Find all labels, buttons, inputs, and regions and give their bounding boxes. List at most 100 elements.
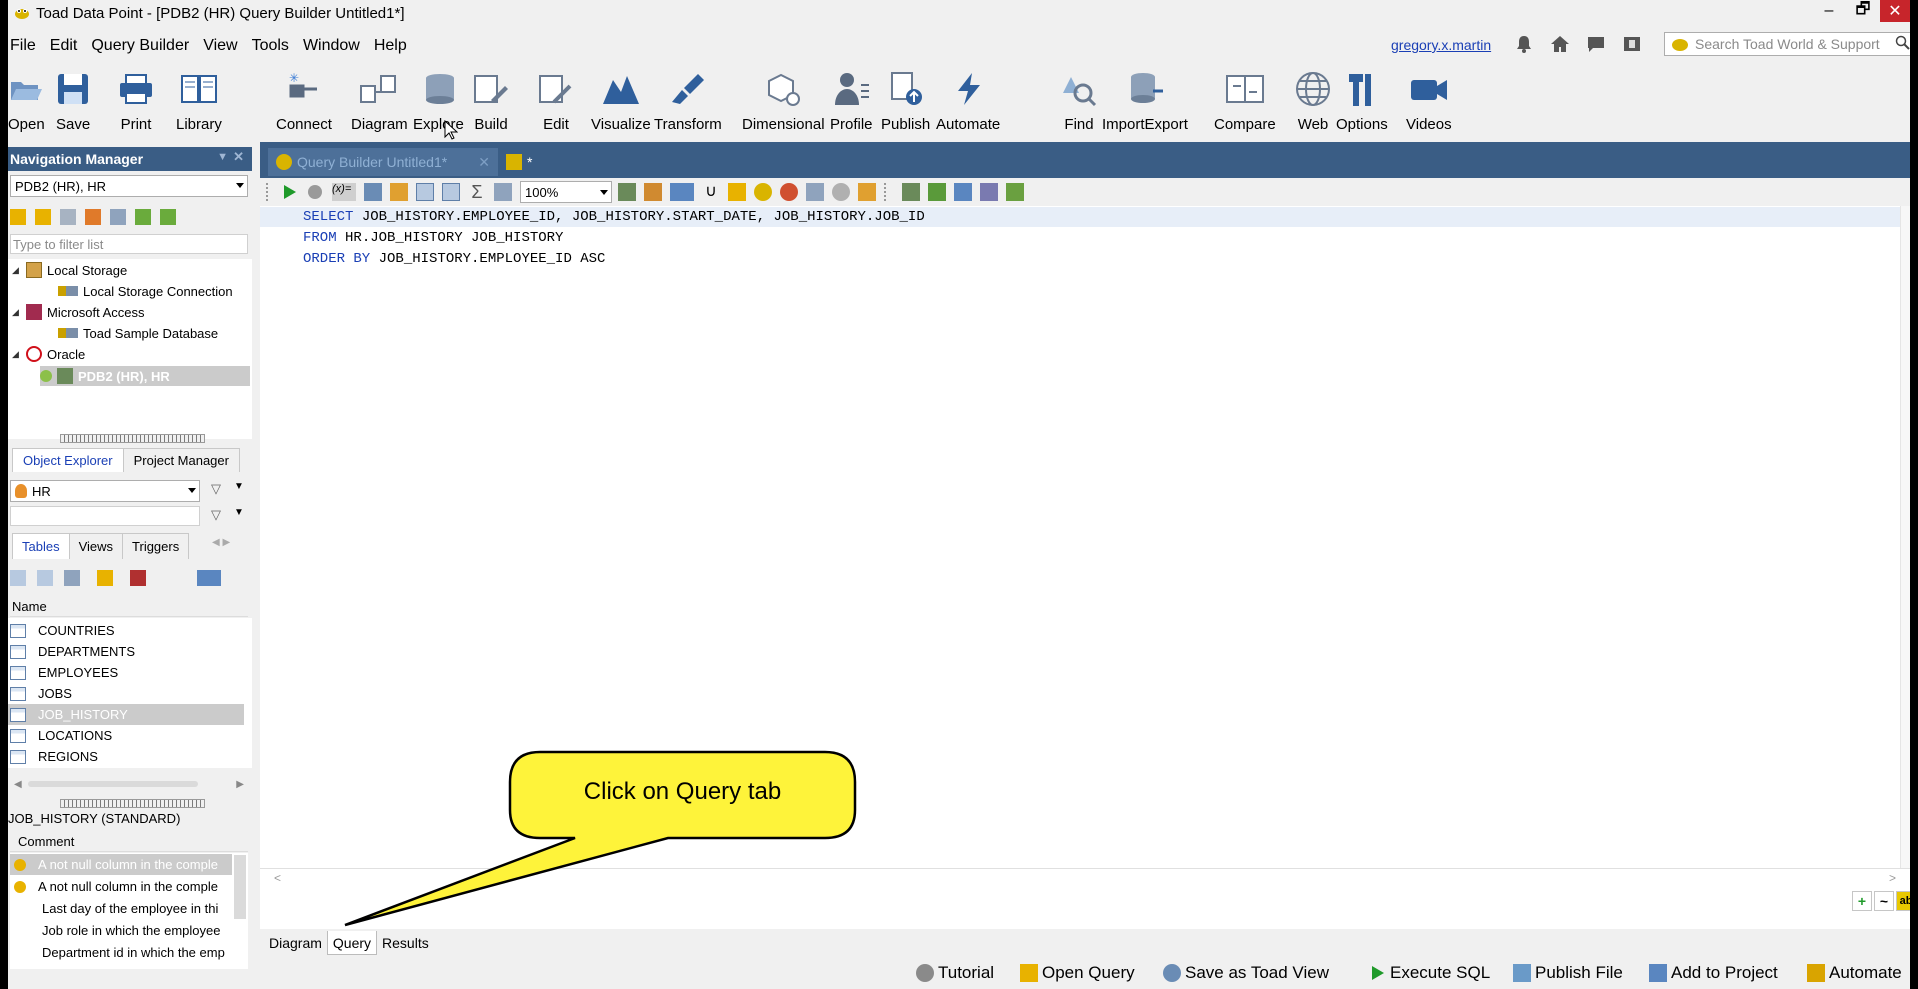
sql-line-2[interactable]: FROM HR.JOB_HISTORY JOB_HISTORY <box>303 228 563 248</box>
scroll-left-icon[interactable]: < <box>274 871 281 885</box>
favorite-star-icon[interactable] <box>97 570 113 586</box>
comment-hscroll[interactable] <box>16 969 244 983</box>
publish-button[interactable]: Publish <box>881 64 930 133</box>
compare-button[interactable]: Compare <box>1214 64 1276 133</box>
layout-icon[interactable] <box>618 183 636 201</box>
collapse-arrow-icon[interactable]: ◢ <box>12 265 26 276</box>
find-button[interactable]: Find <box>1059 64 1099 133</box>
tab-tables[interactable]: Tables <box>12 533 70 559</box>
group-connection-icon[interactable] <box>160 209 176 225</box>
scroll-right-icon[interactable]: ▶ <box>236 779 244 790</box>
collapse-arrow-icon[interactable]: ◢ <box>12 349 26 360</box>
comment-row[interactable]: Last day of the employee in thi <box>10 898 232 919</box>
home-icon[interactable] <box>1549 33 1571 55</box>
add-connection-icon[interactable] <box>35 209 51 225</box>
chart-icon[interactable] <box>644 183 662 201</box>
open-query-button[interactable]: Open Query <box>1020 963 1135 983</box>
tab-project-manager[interactable]: Project Manager <box>122 448 240 472</box>
sum-icon[interactable]: Σ <box>468 183 486 201</box>
table-query-icon[interactable] <box>64 570 80 586</box>
menu-edit[interactable]: Edit <box>43 37 85 55</box>
table-row[interactable]: REGIONS <box>8 746 244 767</box>
export-icon[interactable] <box>902 183 920 201</box>
tree-node-toad-sample-database[interactable]: Toad Sample Database <box>58 323 218 343</box>
sql-editor[interactable]: SELECT JOB_HISTORY.EMPLOYEE_ID, JOB_HIST… <box>260 206 1910 868</box>
tree-node-microsoft-access[interactable]: ◢ Microsoft Access <box>12 302 145 322</box>
tab-results[interactable]: Results <box>377 931 434 955</box>
tab-close-icon[interactable]: ✕ <box>478 154 490 171</box>
scroll-left-icon[interactable]: ◀ <box>14 779 22 790</box>
schema-select[interactable]: HR <box>10 480 200 502</box>
tree-node-local-storage-connection[interactable]: Local Storage Connection <box>58 281 233 301</box>
properties-icon[interactable] <box>110 209 126 225</box>
close-button[interactable]: ✕ <box>1880 0 1910 22</box>
tab-query-builder[interactable]: Query Builder Untitled1* ✕ <box>268 148 498 176</box>
print-button[interactable]: Print <box>118 64 154 133</box>
connect-button[interactable]: ✳ Connect <box>276 64 332 133</box>
tab-object-explorer[interactable]: Object Explorer <box>12 448 124 472</box>
export-html-icon[interactable] <box>980 183 998 201</box>
highlight-button[interactable]: ab <box>1896 891 1910 911</box>
save-as-toad-view-button[interactable]: Save as Toad View <box>1163 963 1329 983</box>
filter-input[interactable]: Type to filter list <box>10 234 248 254</box>
table-edit-icon[interactable] <box>37 570 53 586</box>
add-button[interactable]: + <box>1852 891 1872 911</box>
comment-row[interactable]: A not null column in the comple <box>10 876 232 897</box>
user-icon[interactable] <box>780 183 798 201</box>
chat-icon[interactable] <box>1585 33 1607 55</box>
edit-button[interactable]: Edit <box>536 64 576 133</box>
new-connection-icon[interactable] <box>10 209 26 225</box>
object-filter-icon[interactable]: ▽ <box>206 507 226 527</box>
pin-icon[interactable]: ▼ <box>217 151 228 163</box>
variables-icon[interactable]: (x)= <box>332 183 356 201</box>
videos-button[interactable]: Videos <box>1406 64 1452 133</box>
tree-node-local-storage[interactable]: ◢ Local Storage <box>12 260 127 280</box>
union-icon[interactable]: ∪ <box>702 183 720 201</box>
table-list-hscroll[interactable]: ◀ ▶ <box>10 776 248 792</box>
menu-tools[interactable]: Tools <box>245 37 296 55</box>
automate-button[interactable]: Automate <box>936 64 1000 133</box>
tab-scroll-arrows[interactable]: ◀ ▶ <box>212 537 230 548</box>
menu-query-builder[interactable]: Query Builder <box>84 37 196 55</box>
menu-window[interactable]: Window <box>296 37 367 55</box>
transform-button[interactable]: Transform <box>654 64 722 133</box>
schema-filter-icon[interactable]: ▽ <box>206 481 226 501</box>
panel-close-icon[interactable]: ✕ <box>233 149 244 165</box>
comment-row[interactable]: Department id in which the emp <box>10 942 232 963</box>
table-row-selected[interactable]: JOB_HISTORY <box>8 704 244 725</box>
table-row[interactable]: DEPARTMENTS <box>8 641 244 662</box>
table-view-icon[interactable] <box>442 183 460 201</box>
menu-help[interactable]: Help <box>367 37 414 55</box>
add-to-project-button[interactable]: Add to Project <box>1649 963 1778 983</box>
select-mode-icon[interactable] <box>670 183 694 201</box>
automate-action-button[interactable]: Automate <box>1807 963 1902 983</box>
import-export-button[interactable]: ImportExport <box>1102 64 1188 133</box>
search-icon[interactable] <box>1895 35 1911 51</box>
clear-icon[interactable] <box>832 183 850 201</box>
remove-connection-icon[interactable] <box>85 209 101 225</box>
tab-triggers[interactable]: Triggers <box>122 533 190 559</box>
visualize-button[interactable]: Visualize <box>591 64 651 133</box>
web-button[interactable]: Web <box>1294 64 1332 133</box>
editor-vscroll[interactable] <box>1900 206 1910 868</box>
stop-icon[interactable] <box>306 183 324 201</box>
table-create-icon[interactable] <box>10 570 26 586</box>
splitter-handle[interactable] <box>60 799 205 808</box>
toad-icon[interactable] <box>754 183 772 201</box>
comment-row[interactable]: Job role in which the employee <box>10 920 232 941</box>
table-row[interactable]: EMPLOYEES <box>8 662 244 683</box>
grid-icon[interactable] <box>416 183 434 201</box>
save-button[interactable]: Save <box>56 64 90 133</box>
object-filter-input[interactable] <box>10 506 200 526</box>
diagram-button[interactable]: Diagram <box>351 64 408 133</box>
run-icon[interactable] <box>280 183 298 201</box>
tutorial-button[interactable]: Tutorial <box>916 963 994 983</box>
table-row[interactable]: JOBS <box>8 683 244 704</box>
search-input[interactable]: Search Toad World & Support <box>1664 32 1911 56</box>
user-link[interactable]: gregory.x.martin <box>1391 37 1491 53</box>
menu-file[interactable]: File <box>8 37 43 55</box>
options-button[interactable]: Options <box>1336 64 1388 133</box>
bell-icon[interactable] <box>1513 33 1535 55</box>
tab-query[interactable]: Query <box>326 931 378 955</box>
execute-sql-button[interactable]: Execute SQL <box>1368 963 1490 983</box>
